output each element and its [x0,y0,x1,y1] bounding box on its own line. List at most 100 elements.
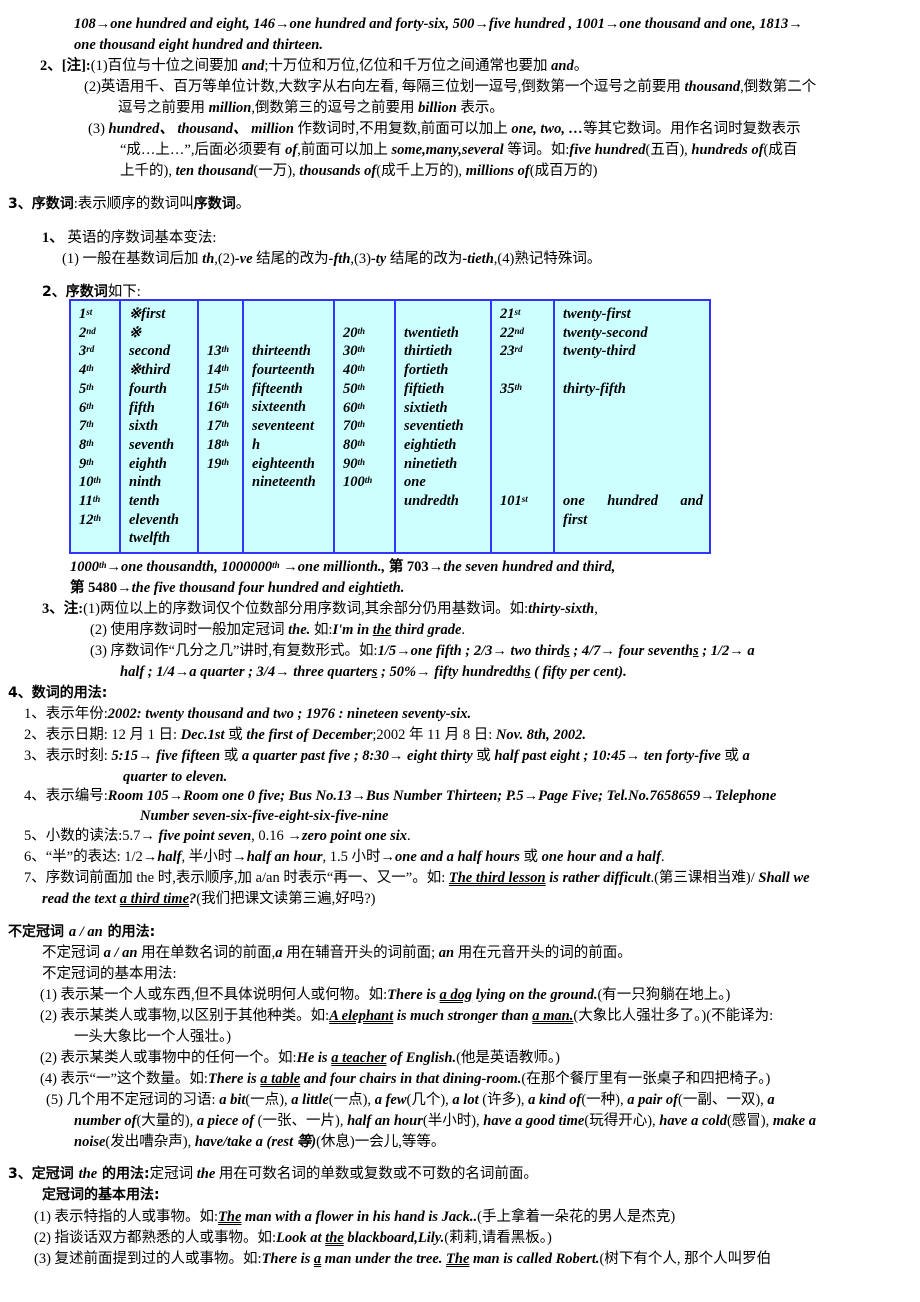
usage-item-time-cont: quarter to eleven. [123,769,228,785]
ordinal-word: twenty-second [563,324,648,341]
ordinal-number [500,399,547,418]
ordinal-word: tenth [129,493,160,510]
ordinal-number: 60th [343,399,366,416]
ordinal-number: 100th [343,474,373,491]
ordinal-col-words-13-19: thirteenth fourteenth fifteenth sixteenth se… [244,301,335,552]
ordinal-word: sixtieth [404,399,448,416]
ordinal-word [404,305,484,324]
idiom: make a [772,1113,816,1129]
ordinal-word: sixteenth [252,399,306,416]
ordinal-number [500,473,547,492]
cardinal-note-2: (2)英语用千、百万等单位计数,大数字从右向左看, 每隔三位划一逗号,倒数第一个… [84,79,817,95]
ordinal-number: 13th [207,343,230,360]
ordinal-col-words-tens: twentieth thirtieth fortieth fiftieth sixtie… [396,301,492,552]
ordinal-word: twelfth [129,530,171,547]
idiom-gloss: (大量的), [136,1113,197,1129]
ordinal-number: 12th [79,511,102,528]
ordinal-word: eighteenth [252,455,315,472]
idiom: a piece of [196,1113,255,1129]
idiom: a pair of [627,1092,678,1108]
ordinal-word [252,305,327,324]
ordinal-number: 35th [500,380,523,397]
ordinal-word: twenty-third [563,343,636,360]
ordinal-word: undredth [404,493,459,510]
usage-item-numbering: 4、表示编号:Room 105→Room one 0 five; Bus No.… [24,788,777,804]
idiom-gloss: (玩得开心), [584,1113,660,1129]
idiom-gloss: (一点), [245,1092,292,1108]
indefinite-item-2: (2) 表示某类人或事物,以区别于其他种类。如:A elephant is mu… [40,1008,774,1024]
cardinal-note-3-cont-2: 上千的), ten thousand(一万), thousands of(成千上… [120,163,598,179]
ordinal-word: fifth [129,399,155,416]
large-ordinals-line-2: 第 5480→the five thousand four hundred an… [70,580,405,596]
idiom: a kind of [528,1092,582,1108]
ordinal-word: eightieth [404,436,457,453]
ordinal-number: 8th [79,436,94,453]
ordinal-note-2: (2) 使用序数词时一般加定冠词 the. 如:I'm in the third… [90,622,466,638]
ordinal-number: 22nd [500,324,525,341]
ordinal-word [563,399,703,418]
idiom: have a good time [483,1113,585,1129]
ordinal-number [500,417,547,436]
idiom-gloss: (一种), [581,1092,628,1108]
ordinal-word: sixth [129,418,159,435]
ordinal-number: 50th [343,380,366,397]
ordinal-word: seventieth [404,418,464,435]
ordinal-word: nineteenth [252,474,316,491]
indefinite-item-5-cont-2: noise(发出嘈杂声), have/take a (rest 等)(休息)一会… [74,1132,445,1152]
indefinite-item-3: (2) 表示某类人或事物中的任何一个。如:He is a teacher of … [40,1050,561,1066]
ordinal-word: eighth [129,455,167,472]
definite-basic-heading: 定冠词的基本用法: [42,1187,160,1203]
ordinal-number: 9th [79,455,94,472]
ordinal-note-1: 3、注:(1)两位以上的序数词仅个位数部分用序数词,其余部分仍用基数词。如:th… [42,601,598,617]
ordinal-word [563,455,703,474]
usage-item-numbering-cont: Number seven-six-five-eight-six-five-nin… [140,808,389,824]
idiom-gloss: (一点), [328,1092,375,1108]
ordinal-number: 15th [207,380,230,397]
ordinal-word: fourth [129,380,167,397]
ordinal-word: thirteenth [252,343,311,360]
usage-item-half: 6、“半”的表达: 1/2→half, 半小时→half an hour, 1.… [24,849,665,865]
usage-item-ordinal-article-cont: read the text a third time?(我们把课文读第三遍,好吗… [42,891,376,907]
ordinal-number [500,436,547,455]
idiom: a lot [452,1092,479,1108]
ordinal-word [563,361,703,380]
ordinal-word: second [129,343,171,360]
ordinal-number: 70th [343,418,366,435]
ordinal-word [563,417,703,436]
ordinal-number: 4th [79,362,94,379]
ordinal-word: twentieth [404,324,459,341]
ordinal-col-words-1-12: ※first ※ second ※third fourth fifth sixth seven… [121,301,199,552]
ordinal-word: thirty-fifth [563,380,626,397]
idiom-gloss: (半小时), [422,1113,484,1129]
section-heading-indefinite: 不定冠词 a / an 的用法: [8,924,156,940]
ordinal-col-numbers-compound: 21st 22nd 23rd 35th 101st [492,301,555,552]
cardinal-note-3-cont: “成…上…”,后面必须要有 of,前面可以加上 some,many,severa… [120,142,798,158]
ordinal-number: 21st [500,306,521,322]
ordinal-col-numbers-13-19: 13th 14th 15th 16th 17th 18th 19th [199,301,244,552]
ordinal-word [252,324,327,343]
usage-item-time: 3、表示时刻: 5:15→ five fifteen 或 a quarter p… [24,748,750,764]
ordinal-number: 5th [79,380,94,397]
ordinal-word: seventh [129,436,175,453]
ordinal-rules: (1) 一般在基数词后加 th,(2)-ve 结尾的改为-fth,(3)-ty … [62,251,602,267]
idiom-gloss: (一副、一双), [678,1092,768,1108]
ordinal-col-numbers-tens: 20th 30th 40th 50th 60th 70th 80th 90th 100th [335,301,396,552]
ordinal-number: 2nd [79,324,96,341]
ordinal-number: 30th [343,343,366,360]
ordinal-word: fortieth [404,362,449,379]
idiom: a bit [219,1092,246,1108]
ordinal-number: 11th [79,493,101,510]
idiom-gloss: (几个), [406,1092,453,1108]
idiom: a little [291,1092,329,1108]
idiom-gloss: (一张、一片), [254,1113,348,1129]
ordinal-number: 16th [207,399,230,416]
section-heading-ordinals: 3、序数词:表示顺序的数词叫序数词。 [8,196,251,212]
ordinal-number: 20th [343,324,366,341]
ordinal-number: 17th [207,418,230,435]
ordinal-number: 90th [343,455,366,472]
indefinite-item-1: (1) 表示某一个人或东西,但不具体说明何人或何物。如:There is a d… [40,987,731,1003]
idiom: have/take a (rest 等) [194,1134,317,1150]
indefinite-basic-heading: 不定冠词的基本用法: [42,966,177,982]
idiom-gloss: (发出嘈杂声), [105,1134,195,1150]
ordinal-word: ※ [129,324,142,341]
